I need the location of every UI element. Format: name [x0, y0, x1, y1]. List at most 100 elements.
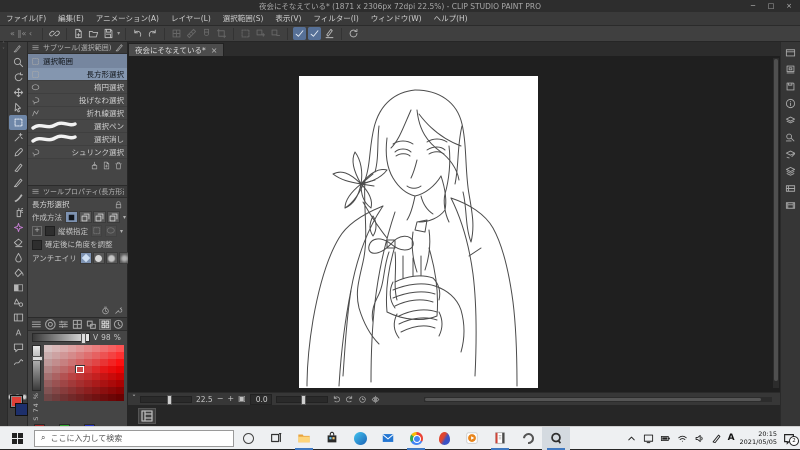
canvas[interactable]: [299, 76, 538, 388]
canvas-tab[interactable]: 夜会にそなえている* ×: [128, 43, 225, 56]
minimize-button[interactable]: ─: [744, 0, 762, 12]
close-button[interactable]: ×: [780, 0, 798, 12]
tray-volume-icon[interactable]: [694, 432, 706, 444]
color-cell[interactable]: [100, 359, 108, 366]
color-cell[interactable]: [100, 366, 108, 373]
lock-icon[interactable]: [114, 200, 123, 209]
color-cell[interactable]: [44, 352, 52, 359]
menu-レイヤー(L)[interactable]: レイヤー(L): [165, 12, 217, 25]
reset-view-icon[interactable]: [358, 395, 367, 404]
color-cell[interactable]: [116, 359, 124, 366]
taskbar-app-cortana[interactable]: [234, 427, 262, 450]
color-cell[interactable]: [68, 366, 76, 373]
tool-rotate-canvas[interactable]: [9, 70, 27, 85]
tool-blend[interactable]: [9, 250, 27, 265]
color-cell[interactable]: [76, 394, 84, 401]
statusbar-collapse-icon[interactable]: ˇ: [132, 395, 136, 403]
rotate-view-icon[interactable]: [347, 27, 360, 40]
new-sel-button[interactable]: [65, 211, 78, 223]
subtool-item[interactable]: 選択消し: [28, 133, 127, 146]
color-cell[interactable]: [108, 394, 116, 401]
color-cell[interactable]: [60, 366, 68, 373]
subtool-item[interactable]: シュリンク選択: [28, 146, 127, 159]
background-color-swatch[interactable]: [15, 403, 28, 416]
color-cell[interactable]: [92, 380, 100, 387]
tool-eraser[interactable]: [9, 235, 27, 250]
approximate-color-grid[interactable]: [44, 345, 124, 421]
dock-material[interactable]: [783, 79, 798, 94]
antialias-weak-button[interactable]: [92, 252, 105, 264]
import-icon[interactable]: [90, 161, 99, 170]
color-cell[interactable]: [68, 380, 76, 387]
color-cell[interactable]: [52, 380, 60, 387]
maximize-button[interactable]: □: [762, 0, 780, 12]
dock-edit-layer[interactable]: [783, 147, 798, 162]
color-cell[interactable]: [108, 352, 116, 359]
color-cell[interactable]: [44, 380, 52, 387]
taskbar-app-chrome[interactable]: [402, 427, 430, 450]
subtool-item[interactable]: 選択ペン: [28, 120, 127, 133]
undo-icon[interactable]: [131, 27, 144, 40]
color-cell[interactable]: [108, 359, 116, 366]
color-cell[interactable]: [100, 380, 108, 387]
color-cell[interactable]: [116, 352, 124, 359]
taskbar-app-mail[interactable]: [374, 427, 402, 450]
menu-表示(V)[interactable]: 表示(V): [269, 12, 307, 25]
menu-編集(E)[interactable]: 編集(E): [52, 12, 90, 25]
dock-layer-property[interactable]: [783, 113, 798, 128]
crop-icon[interactable]: [215, 27, 228, 40]
palette-collapse-handles[interactable]: « ‖« ‹: [0, 29, 42, 38]
color-cell[interactable]: [92, 387, 100, 394]
color-cell[interactable]: [52, 359, 60, 366]
tab-close-icon[interactable]: ×: [211, 46, 218, 55]
select-add-icon[interactable]: [254, 27, 267, 40]
color-cell[interactable]: [76, 373, 84, 380]
color-cell[interactable]: [92, 366, 100, 373]
check-icon[interactable]: [308, 27, 322, 40]
taskbar-search-input[interactable]: ⌕ ここに入力して検索: [34, 429, 234, 447]
color-cell[interactable]: [76, 359, 84, 366]
color-cell[interactable]: [68, 387, 76, 394]
taskbar-app-paint3d[interactable]: [430, 427, 458, 450]
chevron-down-icon[interactable]: ▾: [123, 214, 126, 221]
color-cell[interactable]: [108, 366, 116, 373]
multi-sel-button[interactable]: [107, 211, 120, 223]
menu-ファイル(F)[interactable]: ファイル(F): [0, 12, 52, 25]
tab-color-wheel[interactable]: [44, 318, 57, 330]
tool-gradient[interactable]: [9, 280, 27, 295]
color-cell[interactable]: [44, 359, 52, 366]
zoom-out-button[interactable]: −: [217, 395, 224, 403]
color-cell[interactable]: [52, 352, 60, 359]
menu-選択範囲(S)[interactable]: 選択範囲(S): [217, 12, 270, 25]
color-cell[interactable]: [44, 366, 52, 373]
color-cell[interactable]: [116, 387, 124, 394]
fit-screen-icon[interactable]: ▣: [238, 395, 246, 403]
tool-fill[interactable]: [9, 265, 27, 280]
color-cell[interactable]: [52, 394, 60, 401]
color-cell[interactable]: [68, 394, 76, 401]
color-cell[interactable]: [100, 394, 108, 401]
dock-layers[interactable]: [783, 164, 798, 179]
new-page-icon[interactable]: [102, 161, 111, 170]
redo-icon[interactable]: [146, 27, 159, 40]
rotate-slider[interactable]: [275, 394, 328, 405]
color-cell[interactable]: [68, 352, 76, 359]
color-cell[interactable]: [76, 352, 84, 359]
color-cell[interactable]: [84, 373, 92, 380]
color-cell[interactable]: [60, 380, 68, 387]
color-cell[interactable]: [60, 345, 68, 352]
color-cell[interactable]: [100, 352, 108, 359]
tool-figure[interactable]: [9, 295, 27, 310]
wrench-icon[interactable]: [114, 306, 123, 315]
start-button[interactable]: [0, 427, 34, 450]
color-cell[interactable]: [84, 394, 92, 401]
value-slider[interactable]: [32, 333, 90, 344]
color-cell[interactable]: [84, 359, 92, 366]
tool-frame[interactable]: [9, 310, 27, 325]
link-icon[interactable]: [48, 27, 61, 40]
color-cell[interactable]: [84, 345, 92, 352]
tool-zoom[interactable]: [9, 55, 27, 70]
menu-icon[interactable]: [30, 319, 43, 330]
color-cell[interactable]: [116, 380, 124, 387]
color-cell[interactable]: [52, 345, 60, 352]
